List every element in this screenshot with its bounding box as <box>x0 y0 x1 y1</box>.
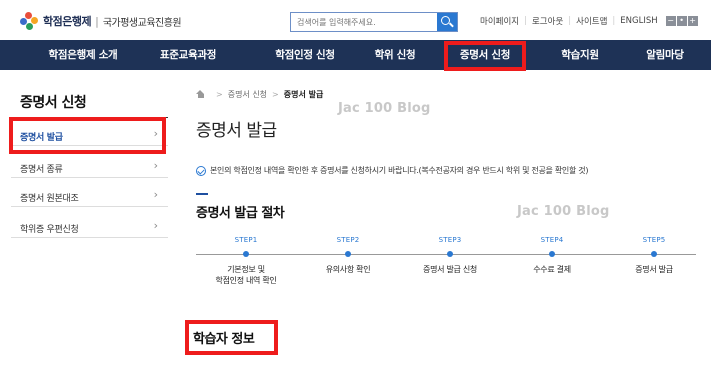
step-number: STEP5 <box>642 236 666 244</box>
chevron-right-icon: › <box>153 219 158 232</box>
chevron-right-icon: › <box>153 188 158 201</box>
home-icon[interactable] <box>196 90 205 99</box>
nav-item-curriculum[interactable]: 표준교육과정 <box>138 40 238 70</box>
step-label-line: 기본정보 및 학점인정 내역 확인 <box>215 265 277 285</box>
font-reset-button[interactable]: • <box>676 16 687 26</box>
breadcrumb-separator: > <box>216 90 223 99</box>
step-dot <box>651 251 657 257</box>
section-accent-bar <box>196 193 208 195</box>
chevron-right-icon: › <box>153 159 158 172</box>
nav-highlight-box <box>444 41 526 71</box>
nav-item-intro[interactable]: 학점은행제 소개 <box>28 40 138 70</box>
sidebar-item-diploma-mail[interactable]: 학위증 우편신청 › <box>11 216 168 238</box>
step-dot <box>345 251 351 257</box>
learner-info-title: 학습자 정보 <box>193 332 255 347</box>
step-label: 증명서 발급 신청 <box>423 265 477 274</box>
notice-text: 본인의 학점인정 내역을 확인한 후 증명서를 신청하시기 바랍니다.(복수전공… <box>196 165 588 176</box>
watermark-text: Jac 100 Blog <box>517 204 610 219</box>
step-number: STEP3 <box>438 236 462 244</box>
mypage-link[interactable]: 마이페이지 <box>475 15 524 27</box>
logout-link[interactable]: 로그아웃 <box>527 15 568 27</box>
nav-item-support[interactable]: 학습지원 <box>540 40 620 70</box>
page-title: 증명서 발급 <box>196 121 277 141</box>
utility-links: 마이페이지 | 로그아웃 | 사이트맵 | ENGLISH − • + <box>475 15 698 27</box>
site-header: 학점은행제 | 국가평생교육진흥원 마이페이지 | 로그아웃 | 사이트맵 | … <box>0 0 711 40</box>
nav-item-notice[interactable]: 알림마당 <box>625 40 705 70</box>
search-button[interactable] <box>437 13 457 31</box>
step-label: 기본정보 및 학점인정 내역 확인 <box>191 264 301 286</box>
nav-item-credit[interactable]: 학점인정 신청 <box>250 40 360 70</box>
sidebar-title: 증명서 신청 <box>20 95 87 111</box>
english-link[interactable]: ENGLISH <box>615 16 662 26</box>
breadcrumb-item[interactable]: 증명서 신청 <box>228 89 267 100</box>
font-decrease-button[interactable]: − <box>665 16 676 26</box>
sidebar-highlight-box <box>9 117 166 154</box>
process-section-title: 증명서 발급 절차 <box>196 206 285 221</box>
logo-name: 학점은행제 <box>43 15 92 28</box>
sidebar-item-certificate-types[interactable]: 증명서 종류 › <box>11 156 168 178</box>
steps-timeline <box>196 254 696 255</box>
logo-separator: | <box>95 14 99 28</box>
logo-org: 국가평생교육진흥원 <box>102 17 182 29</box>
notice-message: 본인의 학점인정 내역을 확인한 후 증명서를 신청하시기 바랍니다.(복수전공… <box>210 166 589 175</box>
sidebar-item-label: 학위증 우편신청 <box>20 225 79 235</box>
breadcrumb-current: 증명서 발급 <box>283 90 324 99</box>
sitemap-link[interactable]: 사이트맵 <box>571 15 612 27</box>
step-number: STEP1 <box>234 236 258 244</box>
logo-icon <box>20 12 38 30</box>
step-label: 유의사항 확인 <box>325 265 371 274</box>
step-label: 증명서 발급 <box>635 265 673 274</box>
sidebar-item-label: 증명서 종류 <box>20 165 63 175</box>
sidebar-item-label: 증명서 원본대조 <box>20 194 79 204</box>
main-nav: 학점은행제 소개 표준교육과정 학점인정 신청 학위 신청 증명서 신청 학습지… <box>0 40 711 70</box>
step-number: STEP4 <box>540 236 564 244</box>
step-number: STEP2 <box>336 236 360 244</box>
font-size-controls: − • + <box>665 16 698 26</box>
breadcrumb-separator: > <box>272 90 279 99</box>
step-label: 수수료 결제 <box>533 265 571 274</box>
search-box <box>290 12 458 32</box>
step-dot <box>243 251 249 257</box>
nav-item-degree[interactable]: 학위 신청 <box>350 40 440 70</box>
breadcrumb: > 증명서 신청 > 증명서 발급 <box>196 89 323 100</box>
check-circle-icon <box>196 165 206 176</box>
watermark-text: Jac 100 Blog <box>338 101 431 116</box>
step-dot <box>549 251 555 257</box>
sidebar-item-original-check[interactable]: 증명서 원본대조 › <box>11 185 168 207</box>
font-increase-button[interactable]: + <box>687 16 698 26</box>
site-logo[interactable]: 학점은행제 | 국가평생교육진흥원 <box>20 12 182 30</box>
search-input[interactable] <box>291 13 438 31</box>
step-dot <box>447 251 453 257</box>
